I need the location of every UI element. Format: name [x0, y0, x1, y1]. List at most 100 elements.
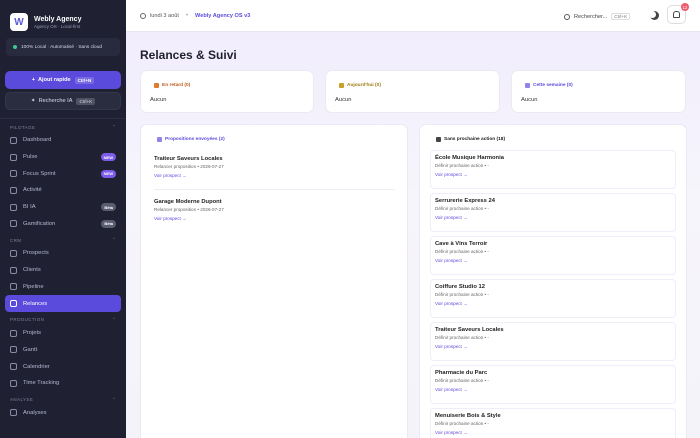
list-item: École Musique Harmonia Définir prochaine…: [430, 150, 676, 189]
card-value: Aucun: [335, 97, 352, 103]
card-header: En retard (0): [154, 83, 190, 88]
item-detail: Définir prochaine action • -: [435, 249, 489, 254]
sidebar-item-gantt[interactable]: Gantt: [0, 342, 126, 359]
view-prospect-link[interactable]: Voir prospect →: [154, 173, 395, 178]
sidebar-item-dashboard[interactable]: Dashboard: [0, 132, 126, 149]
calendar-week-icon: [525, 83, 530, 88]
sidebar-item-label: Calendrier: [23, 363, 50, 370]
list-item: Menuiserie Bois & Style Définir prochain…: [430, 408, 676, 438]
notifications-button[interactable]: 12: [667, 3, 689, 24]
section-crm[interactable]: CRM ⌃: [0, 235, 126, 245]
sidebar-item-label: Relances: [23, 300, 48, 307]
card-value: Aucun: [150, 97, 167, 103]
sidebar-item-clients[interactable]: Clients: [0, 262, 126, 279]
ai-search-label: Recherche IA: [38, 98, 73, 104]
list-item: Cave à Vins Terroir Définir prochaine ac…: [430, 236, 676, 275]
sidebar-item-label: Gantt: [23, 346, 38, 353]
card-value: Aucun: [521, 97, 538, 103]
pipeline-icon: [10, 283, 17, 291]
view-prospect-link[interactable]: Voir prospect →: [435, 301, 489, 306]
view-prospect-link[interactable]: Voir prospect →: [435, 258, 489, 263]
view-prospect-link[interactable]: Voir prospect →: [435, 344, 504, 349]
users-icon: [10, 249, 17, 257]
chevron-up-icon: ⌃: [111, 316, 116, 322]
new-badge: NEW: [100, 153, 116, 162]
sidebar-item-focus-sprint[interactable]: Focus Sprint NEW: [0, 165, 126, 182]
user-check-icon: [10, 266, 17, 274]
sidebar-item-projets[interactable]: Projets: [0, 325, 126, 342]
status-dot-icon: [13, 45, 17, 49]
clock-icon: [140, 12, 146, 19]
sidebar-item-label: BI IA: [23, 204, 36, 211]
section-production[interactable]: PRODUCTION ⌃: [0, 315, 126, 325]
ai-search-shortcut: Ctrl+K: [76, 97, 96, 105]
sidebar-item-label: Activité: [23, 187, 42, 194]
item-name: École Musique Harmonia: [435, 155, 504, 161]
card-en-retard: En retard (0) Aucun: [140, 70, 314, 113]
sidebar-item-prospects[interactable]: Prospects: [0, 245, 126, 262]
card-cette-semaine: Cette semaine (0) Aucun: [511, 70, 686, 113]
notification-count: 12: [681, 3, 689, 11]
item-name: Cave à Vins Terroir: [435, 241, 488, 247]
view-prospect-link[interactable]: Voir prospect →: [435, 430, 501, 435]
analytics-icon: [10, 409, 17, 417]
search-button[interactable]: Rechercher... Ctrl+K: [564, 9, 642, 24]
section-pilotage[interactable]: PILOTAGE ⌃: [0, 122, 126, 132]
target-icon: [10, 170, 17, 178]
warning-icon: [154, 83, 159, 88]
card-title: Aujourd'hui (0): [347, 83, 381, 88]
sidebar-item-pipeline[interactable]: Pipeline: [0, 279, 126, 296]
ai-search-button[interactable]: ✦ Recherche IA Ctrl+K: [5, 92, 121, 110]
no-action-panel: Sans prochaine action (18) École Musique…: [419, 124, 687, 438]
sidebar-item-pulse[interactable]: Pulse NEW: [0, 149, 126, 166]
sidebar-item-label: Gamification: [23, 220, 56, 227]
sidebar-item-label: Dashboard: [23, 137, 52, 144]
bolt-icon: [436, 137, 441, 142]
sidebar-item-bi-ia[interactable]: BI IA Bêta: [0, 199, 126, 216]
sidebar: W Webly Agency Agency OS · Local-first 1…: [0, 0, 126, 438]
date-display: lundi 3 août: [140, 12, 179, 19]
list-item: Garage Moderne Dupont Relancer propositi…: [154, 199, 395, 221]
beta-badge: Bêta: [101, 219, 116, 228]
separator: •: [185, 12, 189, 19]
item-detail: Définir prochaine action • -: [435, 421, 489, 426]
view-prospect-link[interactable]: Voir prospect →: [435, 387, 489, 392]
item-detail: Relancer proposition • 2026-07-27: [154, 207, 224, 212]
view-prospect-link[interactable]: Voir prospect →: [154, 216, 395, 221]
topbar: lundi 3 août • Webly Agency OS v3 Recher…: [126, 0, 700, 32]
list-item: Traiteur Saveurs Locales Relancer propos…: [154, 156, 395, 178]
sidebar-item-activite[interactable]: Activité: [0, 182, 126, 199]
section-analyse[interactable]: ANALYSE ⌃: [0, 395, 126, 405]
sidebar-item-analyses[interactable]: Analyses: [0, 405, 126, 422]
send-icon: [157, 137, 162, 142]
divider: [0, 118, 126, 119]
search-shortcut: Ctrl+K: [611, 13, 631, 20]
panel-title: Propositions envoyées (2): [165, 137, 225, 142]
item-detail: Définir prochaine action • -: [435, 378, 489, 383]
list-item: Traiteur Saveurs Locales Définir prochai…: [430, 322, 676, 361]
chevron-up-icon: ⌃: [111, 396, 116, 402]
brand: W Webly Agency Agency OS · Local-first: [0, 0, 126, 34]
item-name: Traiteur Saveurs Locales: [154, 156, 223, 162]
quick-add-button[interactable]: + Ajout rapide Ctrl+N: [5, 71, 121, 89]
moon-icon[interactable]: [650, 11, 659, 20]
sidebar-item-label: Prospects: [23, 250, 49, 257]
view-prospect-link[interactable]: Voir prospect →: [435, 215, 495, 220]
dashboard-icon: [10, 136, 17, 144]
panel-title: Sans prochaine action (18): [444, 137, 506, 142]
sidebar-item-label: Analyses: [23, 409, 47, 416]
chevron-up-icon: ⌃: [111, 124, 116, 129]
folder-icon: [10, 329, 17, 337]
chart-icon: [10, 203, 17, 211]
search-label: Rechercher...: [574, 13, 608, 20]
item-name: Traiteur Saveurs Locales: [435, 327, 504, 333]
activity-icon: [10, 186, 17, 194]
view-prospect-link[interactable]: Voir prospect →: [435, 172, 504, 177]
sidebar-item-time-tracking[interactable]: Time Tracking: [0, 375, 126, 392]
clock-icon: [10, 379, 17, 387]
sidebar-item-gamification[interactable]: Gamification Bêta: [0, 215, 126, 232]
sidebar-item-calendrier[interactable]: Calendrier: [0, 358, 126, 375]
logo-icon: W: [10, 13, 28, 31]
sidebar-item-relances[interactable]: Relances: [5, 295, 121, 312]
new-badge: NEW: [100, 169, 116, 178]
